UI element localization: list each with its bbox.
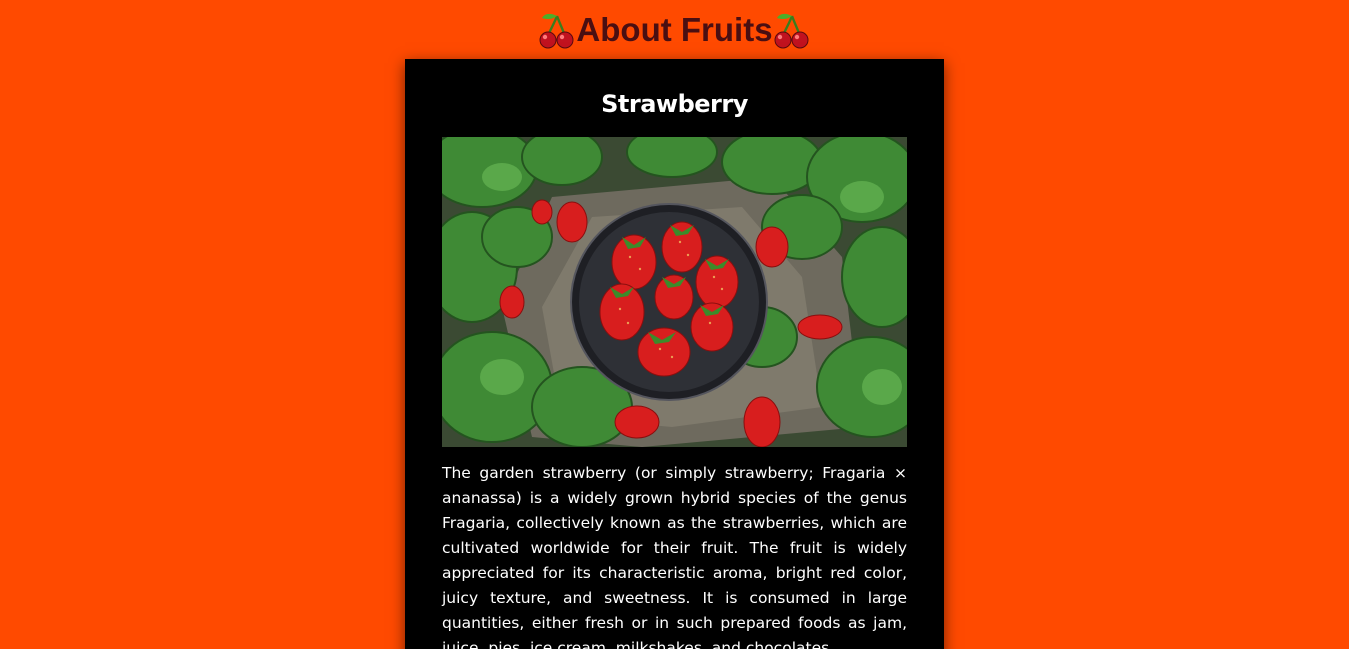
- strawberry-image: [442, 137, 907, 447]
- fruit-description: The garden strawberry (or simply strawbe…: [442, 464, 907, 649]
- page-title: About Fruits: [576, 11, 773, 48]
- fruit-title: Strawberry: [601, 90, 748, 118]
- cherry-icon: [538, 10, 576, 50]
- cherry-icon: [773, 10, 811, 50]
- page-header: About Fruits: [0, 6, 1349, 54]
